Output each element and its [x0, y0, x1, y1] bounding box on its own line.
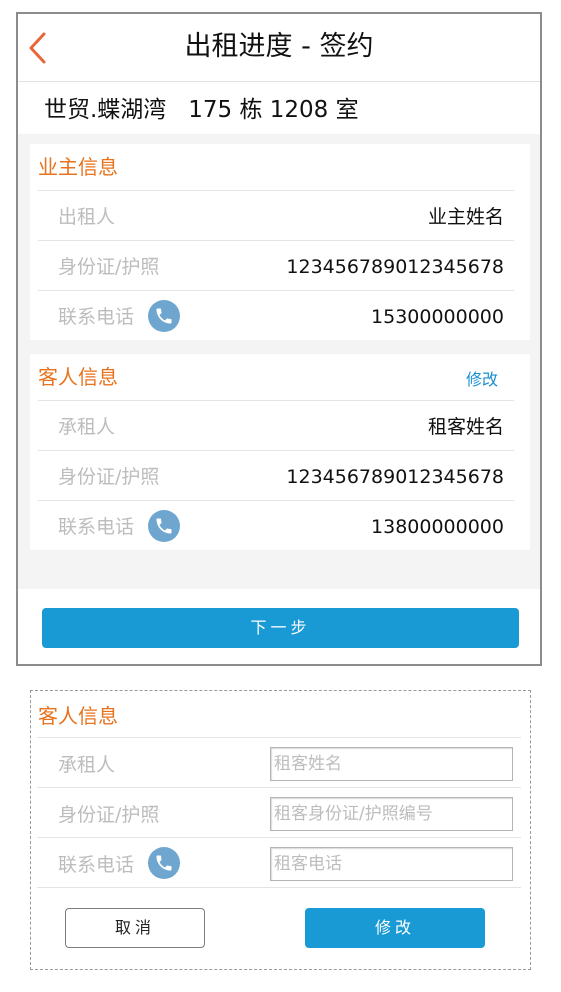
tenant-id-row: 身份证/护照 123456789012345678: [38, 450, 514, 500]
dialog-tenant-phone-label: 联系电话: [58, 854, 135, 876]
owner-info-card: 业主信息 出租人 业主姓名 身份证/护照 123456789012345678 …: [30, 144, 530, 340]
edit-guest-dialog: 客人信息 承租人 身份证/护照 联系电话 取消 修改: [30, 690, 531, 970]
property-address: 世贸.蝶湖湾 175 栋 1208 室: [44, 97, 359, 123]
phone-icon[interactable]: [148, 300, 180, 332]
dialog-tenant-name-label: 承租人: [58, 754, 116, 776]
dialog-tenant-phone-row: 联系电话: [37, 837, 521, 887]
owner-id-label: 身份证/护照: [58, 256, 160, 278]
edit-guest-link[interactable]: 修改: [466, 368, 498, 392]
owner-phone-label: 联系电话: [58, 306, 135, 328]
owner-name-label: 出租人: [58, 206, 116, 228]
owner-phone-value: 15300000000: [371, 306, 504, 328]
dialog-title: 客人信息: [38, 704, 118, 728]
phone-icon[interactable]: [148, 510, 180, 542]
confirm-edit-button[interactable]: 修改: [305, 908, 485, 948]
page-title: 出租进度 - 签约: [184, 31, 374, 62]
tenant-name-label: 承租人: [58, 416, 116, 438]
owner-name-row: 出租人 业主姓名: [38, 190, 514, 240]
nav-bar: 出租进度 - 签约: [18, 14, 540, 82]
dialog-tenant-id-label: 身份证/护照: [58, 804, 160, 826]
dialog-tenant-id-row: 身份证/护照: [37, 787, 521, 837]
owner-id-value: 123456789012345678: [286, 256, 504, 278]
guest-section-title: 客人信息: [38, 365, 118, 389]
tenant-name-row: 承租人 租客姓名: [38, 400, 514, 450]
cancel-button[interactable]: 取消: [65, 908, 205, 948]
owner-section-title: 业主信息: [38, 155, 118, 179]
tenant-id-label: 身份证/护照: [58, 466, 160, 488]
tenant-id-value: 123456789012345678: [286, 466, 504, 488]
guest-info-card: 客人信息 修改 承租人 租客姓名 身份证/护照 1234567890123456…: [30, 354, 530, 550]
owner-phone-row: 联系电话 15300000000: [38, 290, 514, 340]
next-step-button[interactable]: 下一步: [42, 608, 519, 648]
tenant-phone-label: 联系电话: [58, 516, 135, 538]
phone-icon[interactable]: [148, 847, 180, 879]
owner-name-value: 业主姓名: [427, 206, 504, 228]
dialog-tenant-name-row: 承租人: [37, 737, 521, 787]
tenant-id-input[interactable]: [270, 797, 513, 831]
content-area: 业主信息 出租人 业主姓名 身份证/护照 123456789012345678 …: [18, 134, 540, 589]
tenant-phone-value: 13800000000: [371, 516, 504, 538]
tenant-phone-input[interactable]: [270, 847, 513, 881]
phone-screen: 出租进度 - 签约 世贸.蝶湖湾 175 栋 1208 室 业主信息 出租人 业…: [16, 12, 542, 666]
tenant-name-input[interactable]: [270, 747, 513, 781]
tenant-phone-row: 联系电话 13800000000: [38, 500, 514, 550]
owner-id-row: 身份证/护照 123456789012345678: [38, 240, 514, 290]
divider: [37, 887, 521, 888]
tenant-name-value: 租客姓名: [427, 416, 504, 438]
